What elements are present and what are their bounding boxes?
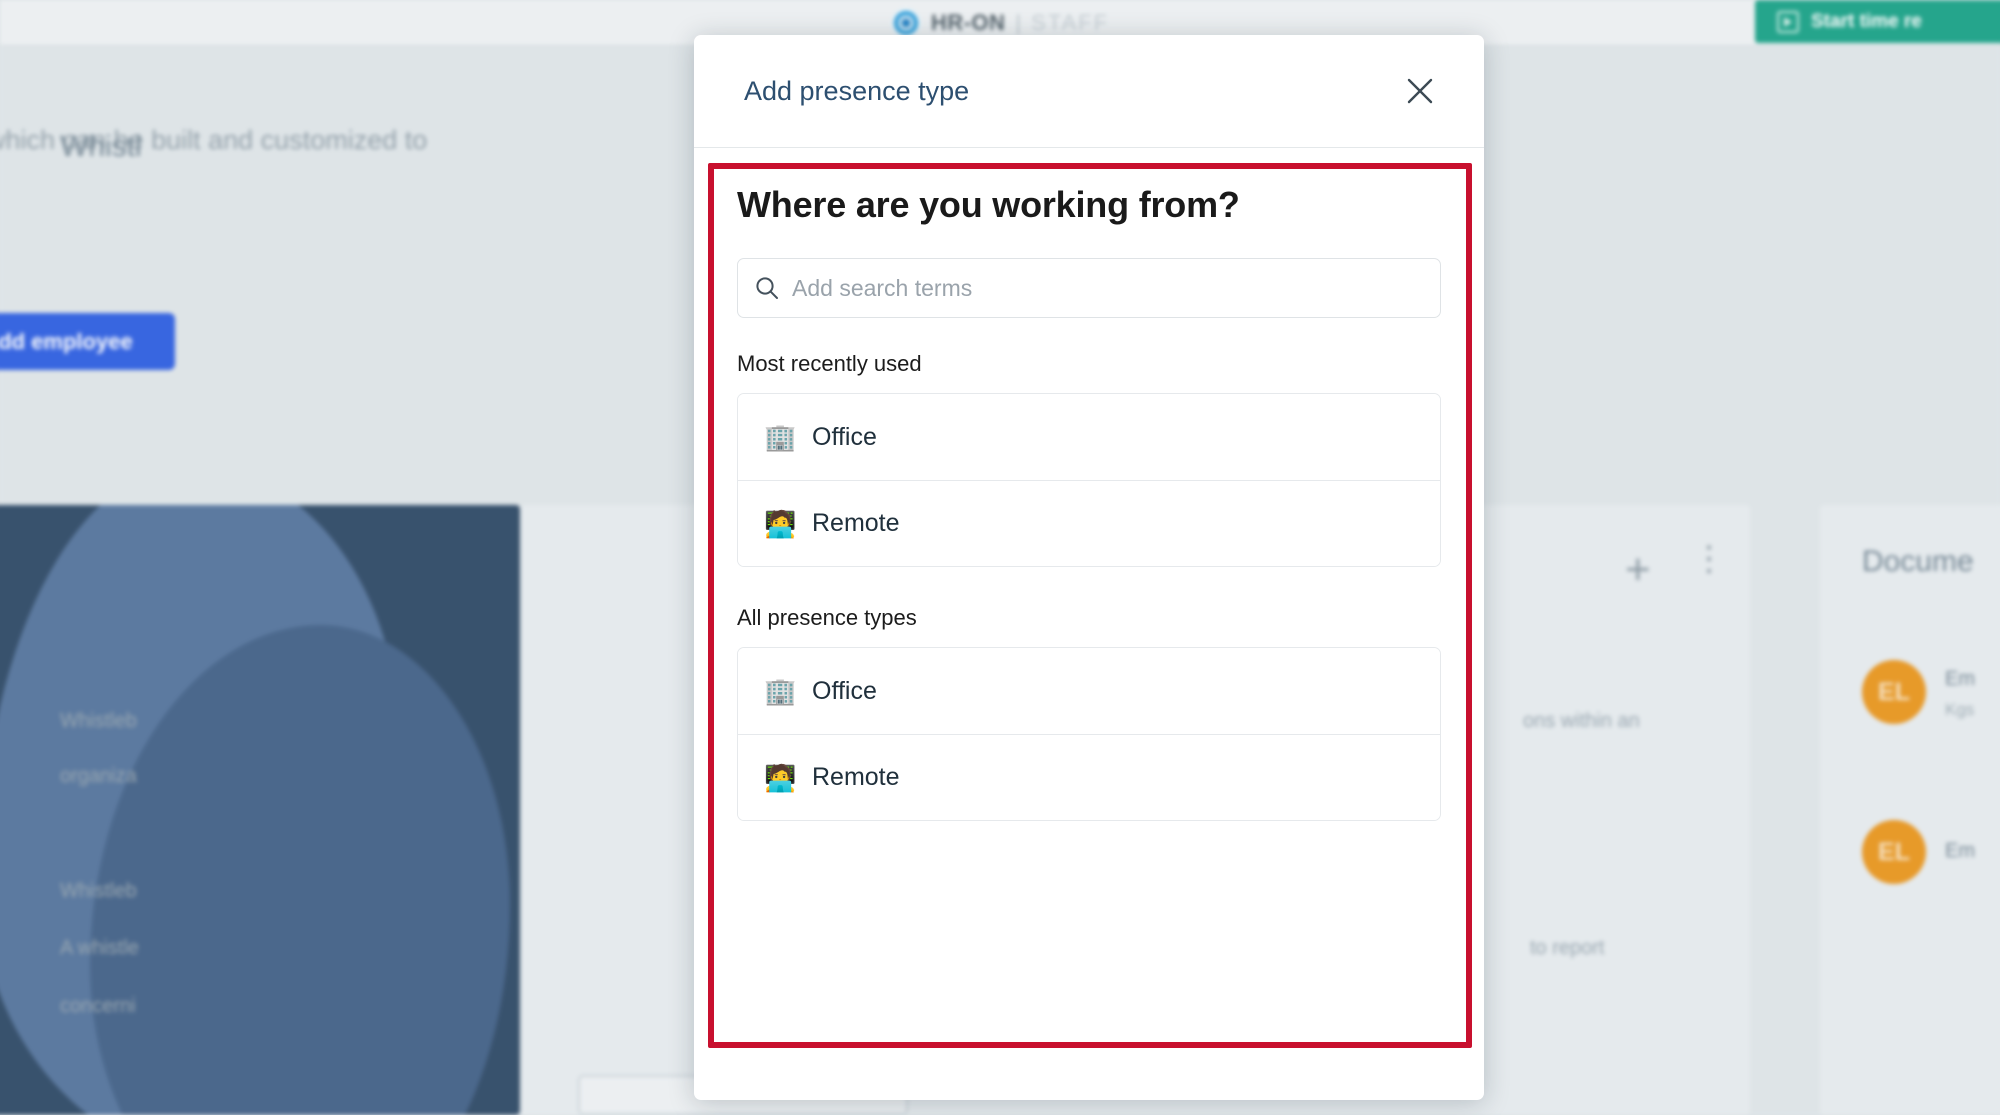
whistleblower-paragraph-2: organiza — [60, 765, 137, 787]
whistleblower-paragraph-4: A whistle — [60, 937, 139, 959]
list-item[interactable]: 🏢 Office — [738, 394, 1440, 480]
list-item[interactable]: 🧑‍💻 Remote — [738, 480, 1440, 566]
office-building-emoji-icon: 🏢 — [764, 676, 797, 706]
kebab-menu-icon[interactable]: ⋮ — [1692, 542, 1726, 575]
logo-brand-name: HR-ON — [930, 9, 1006, 35]
plus-icon[interactable]: + — [1625, 545, 1651, 595]
office-building-emoji-icon: 🏢 — [764, 422, 797, 452]
app-logo[interactable]: HR-ON | STAFF — [890, 7, 1110, 38]
search-input[interactable] — [792, 274, 1424, 302]
document-row-title-1: Em — [1945, 668, 1975, 690]
avatar[interactable]: EL — [1862, 820, 1926, 884]
add-presence-type-dialog: Add presence type Where are you working … — [694, 35, 1484, 1100]
whistleblower-fragment-2: to report — [1530, 937, 1605, 959]
section-label-most-recently-used: Most recently used — [737, 351, 922, 376]
avatar[interactable]: EL — [1862, 660, 1926, 724]
document-row-subtitle-1: Kgs — [1945, 700, 1975, 719]
whistleblower-paragraph-5: concerni — [60, 995, 136, 1017]
whistleblower-illustration-card — [0, 505, 520, 1115]
list-item[interactable]: 🏢 Office — [738, 648, 1440, 734]
add-employee-label: Add employee — [0, 328, 133, 354]
hr-on-target-logo-icon — [890, 7, 921, 38]
documents-card — [1820, 505, 2000, 1115]
avatar-initials: EL — [1878, 677, 1910, 706]
search-box[interactable] — [737, 258, 1441, 318]
avatar-initials: EL — [1878, 837, 1910, 866]
search-icon — [756, 277, 778, 299]
whistleblower-card-title: Whistl — [60, 130, 142, 163]
start-time-registration-button[interactable]: Start time re — [1755, 0, 2000, 43]
page-title: Where are you working from? — [737, 184, 1240, 225]
document-row-title-2: Em — [1945, 840, 1975, 862]
whistleblower-paragraph-3: Whistleb — [60, 880, 137, 902]
list-item-label: Remote — [812, 763, 900, 791]
start-time-button-label: Start time re — [1811, 10, 1922, 32]
close-icon[interactable] — [1398, 69, 1442, 113]
play-icon — [1777, 10, 1799, 33]
list-item-label: Office — [812, 676, 877, 705]
list-item-label: Remote — [812, 509, 900, 537]
presence-type-list-recent: 🏢 Office 🧑‍💻 Remote — [737, 393, 1441, 567]
documents-card-title: Docume — [1862, 545, 1974, 578]
presence-type-list-all: 🏢 Office 🧑‍💻 Remote — [737, 647, 1441, 821]
whistleblower-fragment-1: ons within an — [1523, 710, 1640, 732]
add-employee-button[interactable]: Add employee — [0, 313, 175, 370]
dialog-header: Add presence type — [694, 35, 1484, 148]
logo-divider: | — [1015, 9, 1022, 35]
logo-product-name: STAFF — [1031, 9, 1110, 35]
dialog-title: Add presence type — [744, 75, 970, 106]
dialog-body: Where are you working from? Most recentl… — [694, 148, 1484, 821]
list-item[interactable]: 🧑‍💻 Remote — [738, 734, 1440, 820]
list-item-label: Office — [812, 422, 877, 451]
whistleblower-paragraph-1: Whistleb — [60, 710, 137, 732]
person-with-laptop-emoji-icon: 🧑‍💻 — [764, 508, 797, 539]
section-label-all-presence-types: All presence types — [737, 605, 917, 630]
person-with-laptop-emoji-icon: 🧑‍💻 — [764, 762, 797, 793]
